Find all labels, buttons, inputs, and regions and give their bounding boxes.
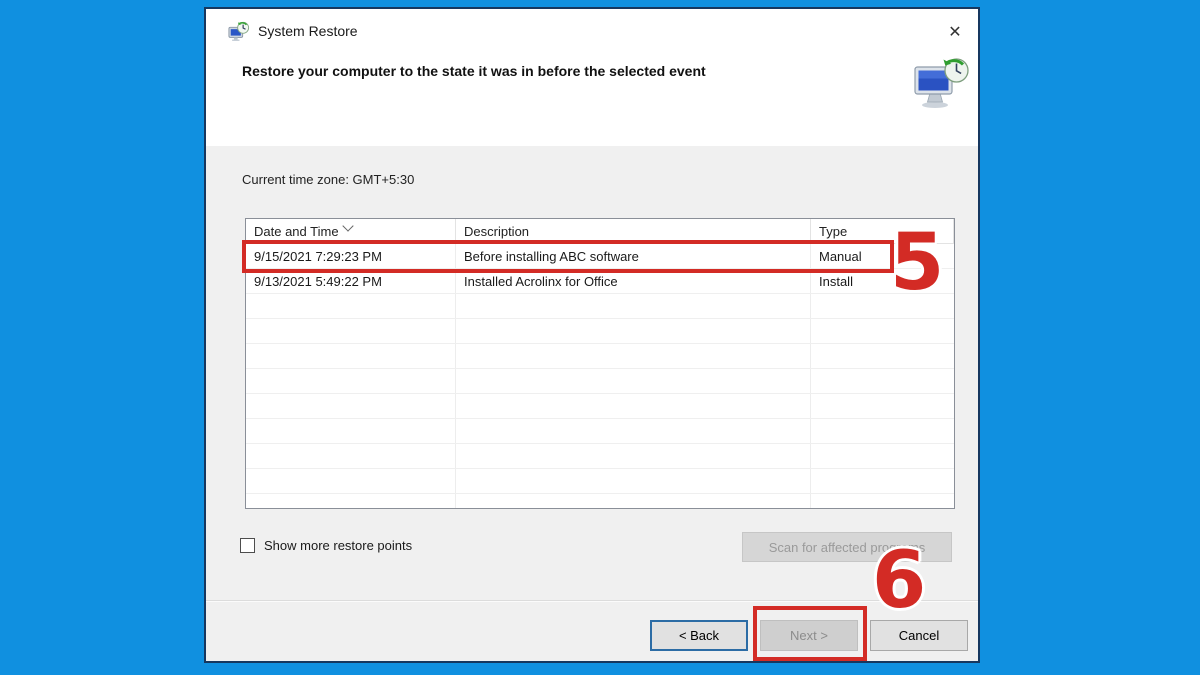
dialog-heading: Restore your computer to the state it wa… <box>242 63 842 79</box>
close-button[interactable]: ✕ <box>942 20 968 44</box>
annotation-box-selected-row <box>242 240 894 273</box>
empty-row <box>246 294 954 319</box>
empty-row <box>246 444 954 469</box>
empty-row <box>246 394 954 419</box>
back-button[interactable]: < Back <box>650 620 748 651</box>
show-more-checkbox-label[interactable]: Show more restore points <box>264 538 412 553</box>
annotation-box-next-button <box>753 606 867 661</box>
annotation-step-6: 6 <box>872 546 926 618</box>
empty-row <box>246 344 954 369</box>
desktop-background: System Restore ✕ Restore your computer t… <box>0 0 1200 675</box>
restore-illustration-icon <box>912 55 970 109</box>
system-restore-icon <box>228 20 250 42</box>
empty-row <box>246 419 954 444</box>
timezone-label: Current time zone: GMT+5:30 <box>242 172 414 187</box>
empty-row <box>246 319 954 344</box>
empty-row <box>246 369 954 394</box>
close-icon: ✕ <box>948 22 961 42</box>
show-more-checkbox[interactable] <box>240 538 255 553</box>
window-title: System Restore <box>258 23 358 39</box>
footer-divider <box>206 600 978 602</box>
empty-row <box>246 469 954 494</box>
annotation-step-5: 5 <box>890 228 944 300</box>
empty-row <box>246 494 954 509</box>
system-restore-dialog: System Restore ✕ Restore your computer t… <box>206 9 978 661</box>
